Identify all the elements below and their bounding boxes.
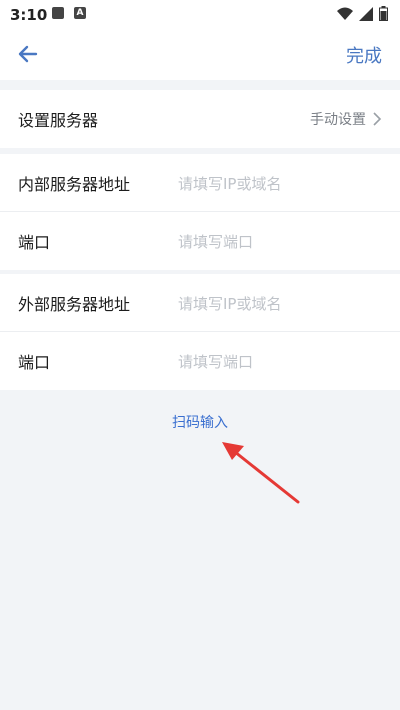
back-arrow-icon[interactable] — [14, 40, 42, 68]
external-address-row[interactable]: 外部服务器地址 请填写IP或域名 — [0, 274, 400, 332]
server-setting-row[interactable]: 设置服务器 手动设置 — [0, 90, 400, 148]
signal-icon — [359, 6, 373, 21]
internal-port-label: 端口 — [18, 233, 51, 252]
top-nav-bar: 完成 — [0, 28, 400, 80]
battery-icon — [379, 6, 388, 21]
status-time: 3:10 — [10, 6, 48, 24]
internal-address-input[interactable]: 请填写IP或域名 — [178, 173, 281, 194]
status-bar: 3:10 A — [0, 0, 400, 28]
internal-port-input[interactable]: 请填写端口 — [178, 231, 253, 252]
done-button[interactable]: 完成 — [346, 42, 382, 68]
external-port-input[interactable]: 请填写端口 — [178, 351, 253, 372]
internal-address-label: 内部服务器地址 — [18, 175, 131, 194]
scan-input-link[interactable]: 扫码输入 — [0, 412, 400, 432]
server-setting-label: 设置服务器 — [18, 111, 99, 130]
external-address-label: 外部服务器地址 — [18, 295, 131, 314]
external-address-input[interactable]: 请填写IP或域名 — [178, 293, 281, 314]
external-port-label: 端口 — [18, 353, 51, 372]
a-icon: A — [74, 7, 86, 19]
wifi-icon — [337, 7, 353, 20]
internal-port-row[interactable]: 端口 请填写端口 — [0, 212, 400, 270]
annotation-arrow-icon — [222, 442, 300, 504]
internal-address-row[interactable]: 内部服务器地址 请填写IP或域名 — [0, 154, 400, 212]
chevron-right-icon — [373, 112, 382, 126]
external-port-row[interactable]: 端口 请填写端口 — [0, 332, 400, 390]
image-icon — [52, 7, 64, 19]
server-setting-mode-value: 手动设置 — [310, 112, 366, 128]
